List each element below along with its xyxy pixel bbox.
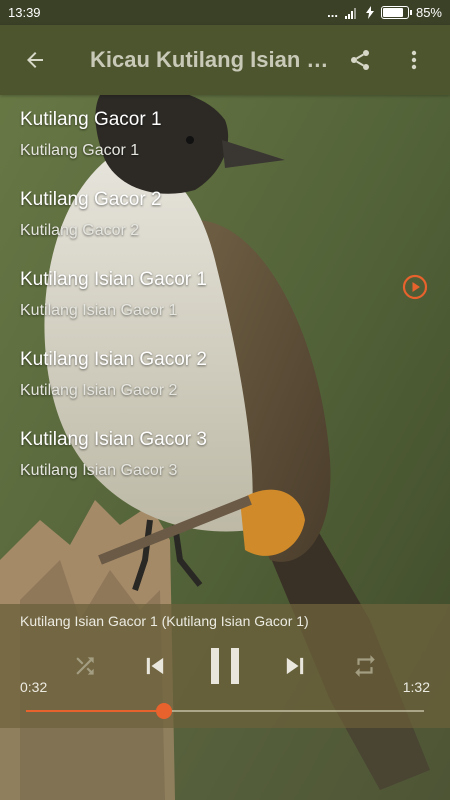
shuffle-icon [76,657,94,675]
app-bar: Kicau Kutilang Isian Gacor [0,25,450,95]
pause-icon [211,648,239,684]
battery-level [382,8,404,17]
track-subtitle: Kutilang Gacor 1 [20,142,140,159]
shuffle-button[interactable] [70,651,100,681]
battery-icon [380,6,412,19]
status-icons: ... 85% [327,5,442,20]
elapsed-time: 0:32 [20,679,48,695]
status-time: 13:39 [8,5,41,20]
status-bar: 13:39 ... 85% [0,0,450,25]
repeat-button[interactable] [350,651,380,681]
signal-icon [344,7,356,19]
more-vertical-icon [411,50,417,70]
pause-button[interactable] [205,646,245,686]
seek-progress [26,710,165,712]
track-title: Kutilang Isian Gacor 2 [20,349,207,370]
previous-button[interactable] [140,650,170,682]
more-options-button[interactable] [396,42,432,78]
skip-previous-icon [146,657,164,675]
track-list: Kutilang Gacor 1 Kutilang Gacor 1 Kutila… [0,95,450,495]
track-title: Kutilang Isian Gacor 1 [20,269,207,290]
list-item[interactable]: Kutilang Isian Gacor 1 Kutilang Isian Ga… [0,255,450,335]
seek-bar[interactable] [26,703,424,719]
next-button[interactable] [280,650,310,682]
track-title: Kutilang Isian Gacor 3 [20,429,207,450]
back-button[interactable] [17,42,53,78]
share-icon [351,50,369,70]
track-subtitle: Kutilang Gacor 2 [20,222,140,239]
media-player: Kutilang Isian Gacor 1 (Kutilang Isian G… [0,604,450,728]
track-subtitle: Kutilang Isian Gacor 2 [20,382,178,399]
track-subtitle: Kutilang Isian Gacor 3 [20,462,178,479]
repeat-icon [355,655,375,677]
battery-percent: 85% [415,5,442,20]
page-title: Kicau Kutilang Isian Gacor [90,47,330,72]
play-circle-icon [402,274,428,300]
list-item[interactable]: Kutilang Gacor 1 Kutilang Gacor 1 [0,95,450,175]
arrow-left-icon [27,52,43,68]
notification-dots: ... [327,5,338,20]
track-title: Kutilang Gacor 1 [20,109,162,130]
list-item[interactable]: Kutilang Isian Gacor 2 Kutilang Isian Ga… [0,335,450,415]
track-title: Kutilang Gacor 2 [20,189,162,210]
now-playing-label: Kutilang Isian Gacor 1 (Kutilang Isian G… [20,613,309,629]
total-time: 1:32 [402,679,430,695]
seek-thumb[interactable] [156,703,173,719]
charging-icon [365,6,374,19]
list-item[interactable]: Kutilang Isian Gacor 3 Kutilang Isian Ga… [0,415,450,495]
track-subtitle: Kutilang Isian Gacor 1 [20,302,178,319]
share-button[interactable] [342,42,378,78]
skip-next-icon [286,657,304,675]
list-item[interactable]: Kutilang Gacor 2 Kutilang Gacor 2 [0,175,450,255]
